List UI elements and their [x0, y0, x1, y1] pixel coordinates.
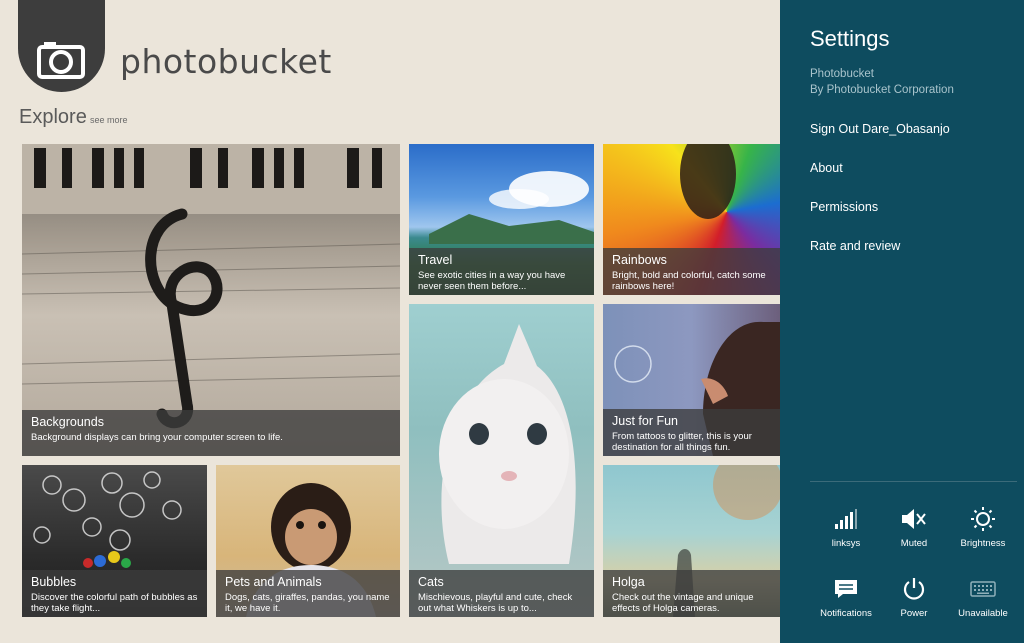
notifications-icon [835, 580, 857, 598]
tile-title: Bubbles [31, 575, 77, 589]
notifications-button[interactable]: Notifications [812, 575, 880, 619]
settings-app-name: Photobucket [810, 68, 874, 80]
power-icon [903, 578, 925, 600]
keyboard-label: Unavailable [958, 608, 1008, 619]
tile-title: Travel [418, 253, 453, 267]
see-more-link[interactable]: see more [90, 115, 128, 125]
volume-button[interactable]: Muted [880, 505, 948, 549]
tile-description: Discover the colorful path of bubbles as… [31, 592, 198, 614]
tile-description: Mischievous, playful and cute, check out… [418, 592, 573, 614]
tile-description: Dogs, cats, giraffes, pandas, you name i… [225, 592, 390, 614]
tile-holga[interactable]: Holga Check out the vintage and unique e… [603, 465, 780, 617]
keyboard-icon [970, 581, 996, 597]
tile-title: Backgrounds [31, 415, 104, 429]
tile-just-for-fun[interactable]: Just for Fun From tattoos to glitter, th… [603, 304, 780, 456]
rate-and-review-link[interactable]: Rate and review [810, 239, 900, 253]
tile-caption: Holga Check out the vintage and unique e… [603, 570, 780, 617]
tile-bubbles[interactable]: Bubbles Discover the colorful path of bu… [22, 465, 207, 617]
quick-settings-divider [810, 481, 1017, 482]
tile-description: Check out the vintage and unique effects… [612, 592, 754, 614]
network-icon [835, 509, 857, 529]
network-button[interactable]: linksys [812, 505, 880, 549]
settings-app-publisher: By Photobucket Corporation [810, 84, 954, 96]
brightness-button[interactable]: Brightness [949, 505, 1017, 549]
tile-caption: Pets and Animals Dogs, cats, giraffes, p… [216, 570, 400, 617]
tile-description: Background displays can bring your compu… [31, 432, 283, 443]
tile-title: Just for Fun [612, 414, 678, 428]
tile-rainbows[interactable]: Rainbows Bright, bold and colorful, catc… [603, 144, 780, 295]
tile-caption: Rainbows Bright, bold and colorful, catc… [603, 248, 780, 295]
tile-description: From tattoos to glitter, this is your de… [612, 431, 752, 453]
brand-name: photobucket [120, 42, 332, 81]
keyboard-button[interactable]: Unavailable [949, 575, 1017, 619]
tile-travel[interactable]: Travel See exotic cities in a way you ha… [409, 144, 594, 295]
camera-logo-icon [37, 42, 85, 79]
tile-caption: Bubbles Discover the colorful path of bu… [22, 570, 207, 617]
sign-out-link[interactable]: Sign Out Dare_Obasanjo [810, 122, 950, 136]
tile-caption: Cats Mischievous, playful and cute, chec… [409, 570, 594, 617]
photobucket-app: photobucket Explore see more Backgrounds [0, 0, 780, 643]
brightness-label: Brightness [960, 538, 1006, 549]
tile-title: Cats [418, 575, 444, 589]
tile-description: Bright, bold and colorful, catch some ra… [612, 270, 766, 292]
about-link[interactable]: About [810, 161, 843, 175]
tile-caption: Travel See exotic cities in a way you ha… [409, 248, 594, 295]
tile-caption: Just for Fun From tattoos to glitter, th… [603, 409, 780, 456]
tile-pets-and-animals[interactable]: Pets and Animals Dogs, cats, giraffes, p… [216, 465, 400, 617]
power-button[interactable]: Power [880, 575, 948, 619]
settings-charm-panel: Settings Photobucket By Photobucket Corp… [780, 0, 1024, 643]
logo-tab [18, 0, 105, 92]
volume-label: Muted [900, 538, 928, 549]
brightness-icon [971, 507, 995, 531]
tile-cats[interactable]: Cats Mischievous, playful and cute, chec… [409, 304, 594, 617]
tile-backgrounds[interactable]: Backgrounds Background displays can brin… [22, 144, 400, 456]
power-label: Power [900, 608, 928, 619]
settings-title: Settings [810, 26, 890, 51]
tile-caption: Backgrounds Background displays can brin… [22, 410, 400, 456]
tile-title: Holga [612, 575, 645, 589]
section-title: Explore [19, 106, 87, 128]
network-label: linksys [831, 538, 861, 549]
permissions-link[interactable]: Permissions [810, 200, 878, 214]
tile-description: See exotic cities in a way you have neve… [418, 270, 566, 292]
notifications-label: Notifications [820, 608, 872, 619]
tile-title: Pets and Animals [225, 575, 322, 589]
tile-title: Rainbows [612, 253, 667, 267]
volume-muted-icon [902, 509, 926, 529]
